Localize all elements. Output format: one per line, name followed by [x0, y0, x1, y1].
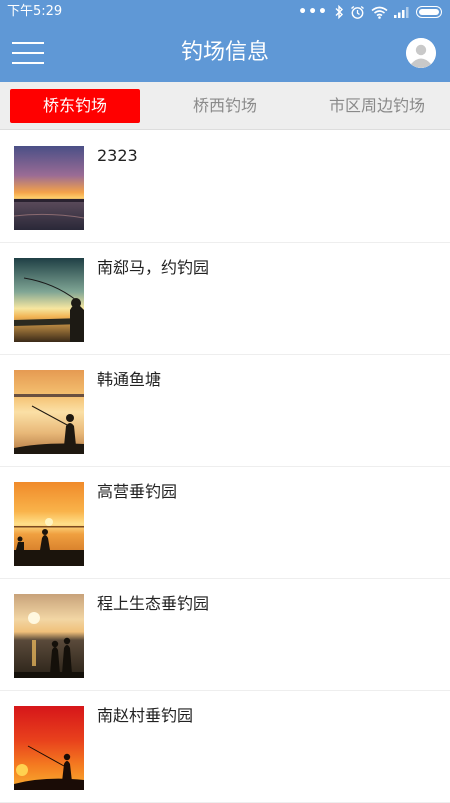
couple-at-sunset-photo: [14, 594, 84, 678]
list-item-name: 2323: [97, 146, 138, 165]
list-item[interactable]: 2323: [0, 131, 450, 243]
more-dots-icon: •••: [298, 4, 328, 20]
hamburger-menu-icon[interactable]: [12, 40, 44, 66]
list-item[interactable]: 南赵村垂钓园: [0, 691, 450, 803]
wifi-icon: [371, 6, 388, 19]
list-item-name: 南郄马，约钓园: [97, 258, 210, 277]
fishing-spot-list: 2323 南郄马，约钓园 韩通鱼塘 高营垂钓园 程上生态垂钓园 南赵村垂钓园: [0, 131, 450, 803]
fishing-rod-silhouette-photo: [14, 258, 84, 342]
list-item[interactable]: 高营垂钓园: [0, 467, 450, 579]
tab-qiaoxi[interactable]: 桥西钓场: [160, 89, 290, 123]
sunset-lake-photo: [14, 146, 84, 230]
list-item[interactable]: 韩通鱼塘: [0, 355, 450, 467]
list-item[interactable]: 南郄马，约钓园: [0, 243, 450, 355]
anglers-on-pier-photo: [14, 482, 84, 566]
list-item-name: 韩通鱼塘: [97, 370, 162, 389]
status-icons: •••: [298, 3, 442, 21]
tab-bar: 桥东钓场 桥西钓场 市区周边钓场: [0, 82, 450, 130]
bluetooth-icon: [334, 5, 344, 19]
user-avatar-icon[interactable]: [406, 38, 436, 68]
battery-icon: [416, 6, 442, 18]
list-item-name: 程上生态垂钓园: [97, 594, 210, 613]
alarm-icon: [350, 5, 365, 20]
list-item[interactable]: 程上生态垂钓园: [0, 579, 450, 691]
tab-city-surroundings[interactable]: 市区周边钓场: [310, 89, 444, 123]
list-item-name: 南赵村垂钓园: [97, 706, 194, 725]
signal-icon: [394, 6, 410, 18]
status-time: 下午5:29: [7, 4, 63, 19]
status-bar: 下午5:29 •••: [0, 0, 450, 24]
red-sunset-angler-photo: [14, 706, 84, 790]
angler-silhouette-photo: [14, 370, 84, 454]
page-title: 钓场信息: [180, 40, 269, 65]
list-item-name: 高营垂钓园: [97, 482, 178, 501]
app-bar: 钓场信息: [0, 24, 450, 82]
tab-qiaodong[interactable]: 桥东钓场: [10, 89, 140, 123]
